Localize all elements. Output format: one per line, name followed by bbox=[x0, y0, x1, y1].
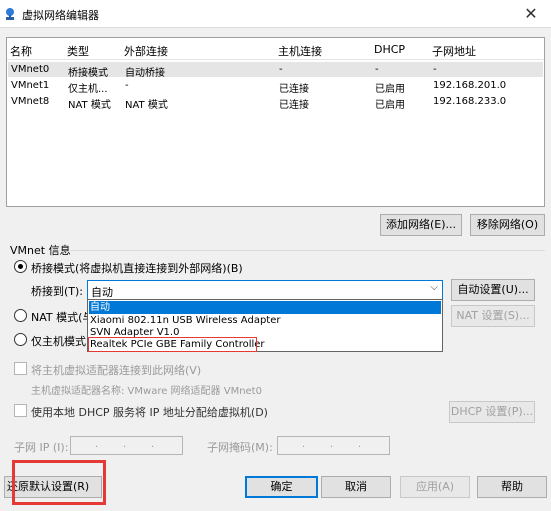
dhcp-settings-button[interactable]: DHCP 设置(P)... bbox=[449, 401, 535, 423]
row-host: 已连接 bbox=[279, 84, 309, 95]
table-row[interactable]: VMnet8 NAT 模式 NAT 模式 已连接 已启用 192.168.233… bbox=[8, 94, 543, 111]
host-only-label: 仅主机模式 bbox=[31, 335, 86, 348]
annotation-highlight-box bbox=[12, 460, 106, 505]
row-external: NAT 模式 bbox=[125, 100, 168, 111]
use-dhcp-label: 使用本地 DHCP 服务将 IP 地址分配给虚拟机(D) bbox=[31, 406, 268, 419]
column-header-subnet[interactable]: 子网地址 bbox=[432, 43, 476, 59]
column-header-dhcp[interactable]: DHCP bbox=[374, 43, 405, 56]
row-dhcp: - bbox=[375, 64, 379, 75]
column-header-type[interactable]: 类型 bbox=[67, 43, 89, 59]
auto-settings-button[interactable]: 自动设置(U)... bbox=[451, 279, 535, 301]
cancel-button[interactable]: 取消 bbox=[321, 476, 391, 498]
column-header-name[interactable]: 名称 bbox=[10, 43, 32, 59]
connect-host-adapter-checkbox[interactable] bbox=[14, 362, 27, 375]
nat-settings-button[interactable]: NAT 设置(S)... bbox=[451, 305, 535, 327]
bridge-to-select[interactable]: 自动 ⌵ bbox=[87, 280, 443, 300]
row-type: 仅主机... bbox=[68, 84, 108, 95]
row-dhcp: 已启用 bbox=[375, 100, 405, 111]
dropdown-option[interactable]: Realtek PCIe GBE Family Controller bbox=[88, 337, 265, 352]
connect-host-adapter-label: 将主机虚拟适配器连接到此网络(V) bbox=[31, 364, 202, 377]
close-button[interactable]: ✕ bbox=[511, 0, 551, 28]
bridge-to-dropdown[interactable]: 自动 Xiaomi 802.11n USB Wireless Adapter S… bbox=[87, 299, 443, 352]
add-network-button[interactable]: 添加网络(E)... bbox=[380, 214, 462, 236]
row-type: 桥接模式 bbox=[68, 68, 108, 79]
use-dhcp-checkbox[interactable] bbox=[14, 404, 27, 417]
network-list-header: 名称 类型 外部连接 主机连接 DHCP 子网地址 bbox=[7, 38, 544, 60]
subnet-ip-label: 子网 IP (I): bbox=[14, 441, 69, 454]
column-header-external[interactable]: 外部连接 bbox=[124, 43, 168, 59]
row-external: - bbox=[125, 80, 129, 91]
group-divider bbox=[70, 250, 545, 251]
nat-mode-radio[interactable] bbox=[14, 309, 27, 322]
row-subnet: - bbox=[433, 64, 437, 75]
subnet-mask-input[interactable]: . . . bbox=[277, 436, 390, 455]
row-host: 已连接 bbox=[279, 100, 309, 111]
bridge-to-value: 自动 bbox=[91, 286, 113, 299]
apply-button[interactable]: 应用(A) bbox=[400, 476, 470, 498]
host-only-radio[interactable] bbox=[14, 333, 27, 346]
title-bar: 虚拟网络编辑器 ✕ bbox=[0, 0, 551, 28]
dropdown-option[interactable]: 自动 bbox=[89, 301, 441, 314]
column-header-host[interactable]: 主机连接 bbox=[278, 43, 322, 59]
row-external: 自动桥接 bbox=[125, 68, 165, 79]
row-subnet: 192.168.233.0 bbox=[433, 96, 507, 107]
row-dhcp: 已启用 bbox=[375, 84, 405, 95]
row-name: VMnet0 bbox=[11, 64, 50, 75]
row-subnet: 192.168.201.0 bbox=[433, 80, 507, 91]
table-row[interactable]: VMnet0 桥接模式 自动桥接 - - - bbox=[8, 62, 543, 79]
help-button[interactable]: 帮助 bbox=[477, 476, 547, 498]
row-type: NAT 模式 bbox=[68, 100, 111, 111]
network-list[interactable]: 名称 类型 外部连接 主机连接 DHCP 子网地址 VMnet0 桥接模式 自动… bbox=[6, 37, 545, 207]
host-adapter-name: 主机虚拟适配器名称: VMware 网络适配器 VMnet0 bbox=[31, 386, 262, 397]
network-editor-icon bbox=[6, 8, 14, 20]
remove-network-button[interactable]: 移除网络(O) bbox=[470, 214, 545, 236]
subnet-mask-label: 子网掩码(M): bbox=[207, 441, 273, 454]
bridge-to-label: 桥接到(T): bbox=[31, 285, 84, 298]
row-name: VMnet1 bbox=[11, 80, 50, 91]
row-host: - bbox=[279, 64, 283, 75]
bridged-mode-radio[interactable] bbox=[14, 260, 27, 273]
vmnet-info-label: VMnet 信息 bbox=[10, 244, 71, 257]
table-row[interactable]: VMnet1 仅主机... - 已连接 已启用 192.168.201.0 bbox=[8, 78, 543, 95]
chevron-down-icon[interactable]: ⌵ bbox=[430, 282, 438, 293]
nat-mode-label: NAT 模式(与 bbox=[31, 311, 94, 324]
bridged-mode-label: 桥接模式(将虚拟机直接连接到外部网络)(B) bbox=[31, 262, 243, 275]
ok-button[interactable]: 确定 bbox=[245, 476, 318, 498]
subnet-ip-input[interactable]: . . . bbox=[70, 436, 183, 455]
window-title: 虚拟网络编辑器 bbox=[22, 9, 99, 22]
row-name: VMnet8 bbox=[11, 96, 50, 107]
